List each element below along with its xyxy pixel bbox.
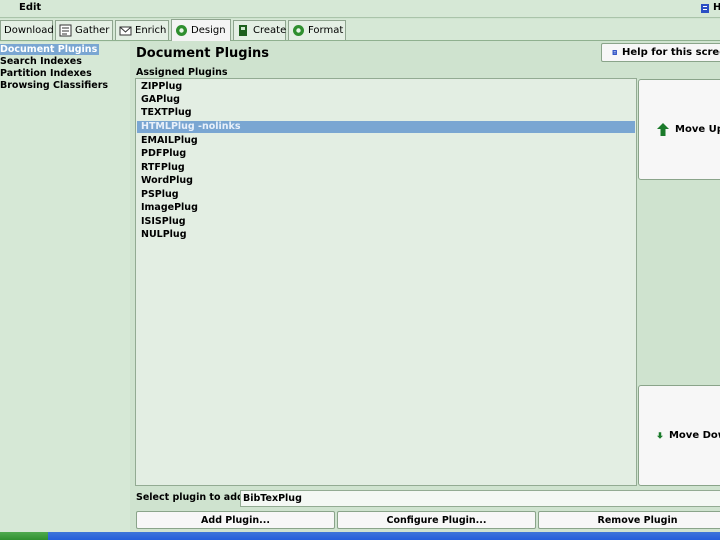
sidebar-item-browsing-classifiers[interactable]: Browsing Classifiers [0,80,110,91]
gear-icon [293,25,304,36]
list-item[interactable]: NULPlug [137,229,635,241]
page-title: Document Plugins [136,46,270,61]
configure-plugin-button[interactable]: Configure Plugin... [337,511,536,529]
help-button[interactable]: Help for this scree [601,43,720,62]
list-item-selected[interactable]: HTMLPlug -nolinks [137,121,635,133]
envelope-icon [119,26,132,36]
list-item[interactable]: PSPlug [137,189,635,201]
tab-format[interactable]: Format [288,20,346,40]
tab-label: Format [308,25,344,36]
design-sidebar: Document Plugins Search Indexes Partitio… [0,42,130,532]
help-button-label: Help for this scree [622,47,720,58]
list-item[interactable]: ZIPPlug [137,81,635,93]
notebook-icon [59,24,72,37]
assigned-plugins-label: Assigned Plugins [136,67,228,78]
move-down-label: Move Dow [668,430,720,441]
move-up-label: Move Up [675,124,720,135]
tab-label: Gather [75,25,110,36]
tab-bar: Download Gather Enrich Design Create For… [0,19,720,41]
tab-design[interactable]: Design [171,19,231,41]
list-item[interactable]: ISISPlug [137,216,635,228]
list-item[interactable]: PDFPlug [137,148,635,160]
add-plugin-button[interactable]: Add Plugin... [136,511,335,529]
tab-download[interactable]: Download [0,20,54,40]
help-book-icon[interactable] [700,3,711,14]
tab-enrich[interactable]: Enrich [115,20,169,40]
menu-edit[interactable]: Edit [19,2,41,13]
start-button[interactable] [0,532,48,540]
plugin-select[interactable]: BibTexPlug [240,490,720,507]
list-item[interactable]: EMAILPlug [137,135,635,147]
arrow-up-icon [657,123,669,136]
tab-label: Design [191,25,226,36]
list-item[interactable]: WordPlug [137,175,635,187]
move-down-button[interactable]: Move Dow [638,385,720,486]
menu-help-fragment[interactable]: H [713,2,720,13]
sidebar-item-partition-indexes[interactable]: Partition Indexes [0,68,94,79]
list-item[interactable]: GAPlug [137,94,635,106]
list-item[interactable]: TEXTPlug [137,107,635,119]
assigned-plugins-list[interactable]: ZIPPlug GAPlug TEXTPlug HTMLPlug -nolink… [135,78,637,486]
gear-icon [176,25,187,36]
tab-label: Enrich [135,25,167,36]
phone-icon [239,25,247,36]
taskbar [0,532,720,540]
menu-bar: Edit H [0,0,720,18]
sidebar-item-search-indexes[interactable]: Search Indexes [0,56,84,67]
move-up-button[interactable]: Move Up [638,79,720,180]
tab-label: Create [253,25,287,36]
remove-plugin-button[interactable]: Remove Plugin [538,511,720,529]
help-book-icon [612,50,617,55]
arrow-down-icon [657,432,663,439]
list-item[interactable]: ImagePlug [137,202,635,214]
tab-label: Download [4,25,54,36]
sidebar-item-document-plugins[interactable]: Document Plugins [0,44,100,55]
tab-create[interactable]: Create [233,20,286,40]
select-plugin-label: Select plugin to add: [136,492,248,503]
list-item[interactable]: RTFPlug [137,162,635,174]
tab-gather[interactable]: Gather [55,20,113,40]
